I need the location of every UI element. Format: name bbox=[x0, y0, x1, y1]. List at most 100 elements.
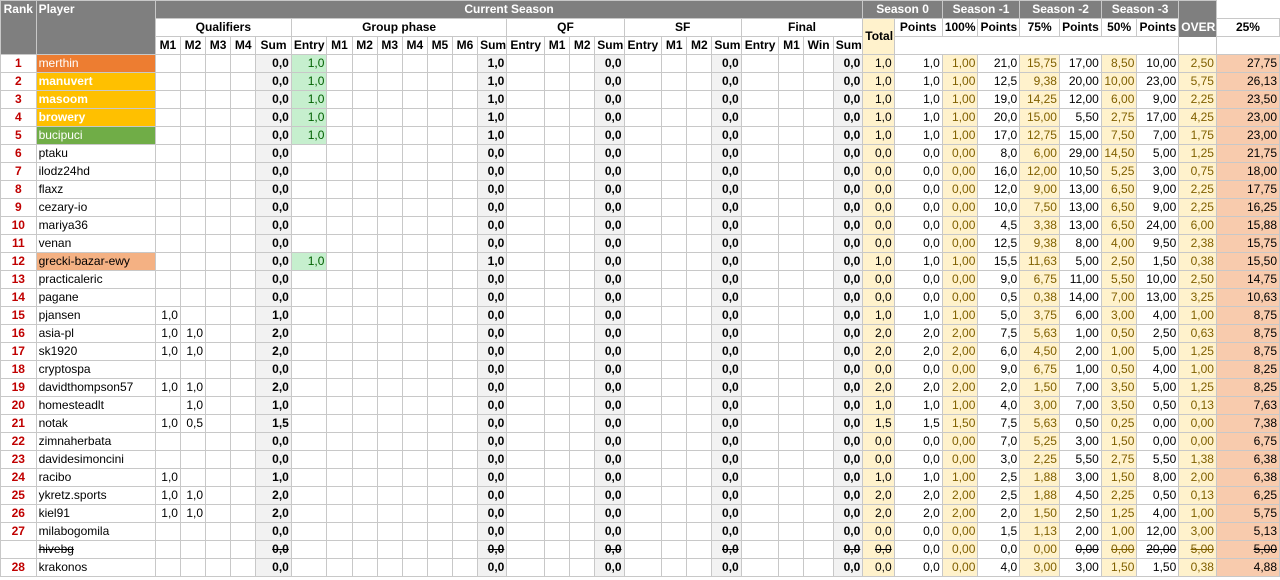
sf-cell bbox=[623, 432, 663, 451]
qf-sum-cell: 0,0 bbox=[594, 288, 625, 307]
qualifier-match-cell bbox=[230, 234, 257, 253]
qf-cell bbox=[569, 396, 596, 415]
qf-sum-cell: 0,0 bbox=[594, 108, 625, 127]
total-cell: 1,0 bbox=[862, 72, 895, 91]
final-cell bbox=[778, 90, 805, 109]
total-cell: 0,0 bbox=[862, 522, 895, 541]
final-sum-cell: 0,0 bbox=[832, 270, 864, 289]
group-entry-cell bbox=[290, 162, 328, 181]
qualifier-match-cell bbox=[179, 360, 207, 379]
total-cell: 1,0 bbox=[862, 396, 895, 415]
qf-cell bbox=[544, 468, 571, 487]
final-cell bbox=[803, 108, 834, 127]
qualifier-match-cell bbox=[205, 180, 232, 199]
final-cell bbox=[778, 468, 805, 487]
sf-sum-cell: 0,0 bbox=[711, 90, 742, 109]
qualifiers-sum-cell: 2,0 bbox=[255, 324, 292, 343]
final-cell bbox=[740, 396, 780, 415]
group-sum-cell: 0,0 bbox=[477, 468, 508, 487]
sf-cell bbox=[623, 360, 663, 379]
player-name-cell: ykretz.sports bbox=[35, 486, 156, 505]
group-entry-cell bbox=[290, 540, 328, 559]
rank-cell: 13 bbox=[0, 270, 37, 289]
qualifier-match-cell: 1,0 bbox=[154, 306, 181, 325]
qualifier-match-cell bbox=[230, 432, 257, 451]
rank-cell: 2 bbox=[0, 72, 37, 91]
group-entry-cell bbox=[290, 432, 328, 451]
group-match-cell bbox=[451, 180, 479, 199]
season-points-cell: 10,0 bbox=[977, 198, 1021, 217]
player-name-cell: zimnaherbata bbox=[35, 432, 156, 451]
final-cell bbox=[778, 540, 805, 559]
qualifier-match-cell: 0,5 bbox=[179, 414, 207, 433]
group-match-cell bbox=[326, 432, 353, 451]
final-cell bbox=[778, 558, 805, 577]
qualifier-match-cell bbox=[154, 216, 181, 235]
group-match-cell bbox=[426, 504, 453, 523]
season-weighted-cell: 0,63 bbox=[1178, 324, 1217, 343]
season-weighted-cell: 14,25 bbox=[1019, 90, 1060, 109]
total-cell: 2,0 bbox=[862, 486, 895, 505]
qualifiers-sum-cell: 0,0 bbox=[255, 144, 292, 163]
table-row: 22 zimnaherbata 0,0 0,0 0,0 0,0 0,0 0,0 0,0 0,00 7… bbox=[0, 432, 1280, 451]
season-points-cell: 2,00 bbox=[1058, 342, 1102, 361]
qualifier-match-cell bbox=[205, 126, 232, 145]
group-match-cell bbox=[426, 324, 453, 343]
group-entry-cell bbox=[290, 216, 328, 235]
qualifier-match-cell bbox=[230, 108, 257, 127]
season-points-cell: 12,00 bbox=[1136, 522, 1180, 541]
sf-cell bbox=[661, 54, 688, 73]
season-weighted-cell: 6,00 bbox=[1100, 90, 1138, 109]
qf-cell bbox=[569, 72, 596, 91]
qf-cell bbox=[544, 216, 571, 235]
sf-cell bbox=[686, 540, 713, 559]
overall-cell: 23,00 bbox=[1215, 126, 1280, 145]
qualifiers-sum-cell: 2,0 bbox=[255, 504, 292, 523]
group-match-cell bbox=[426, 522, 453, 541]
season-weighted-cell: 3,38 bbox=[1019, 216, 1060, 235]
final-sum-cell: 0,0 bbox=[832, 522, 864, 541]
group-match-cell bbox=[451, 144, 479, 163]
qualifier-match-cell bbox=[154, 54, 181, 73]
season-weighted-cell: 1,00 bbox=[1100, 522, 1138, 541]
final-cell bbox=[740, 414, 780, 433]
final-cell bbox=[740, 162, 780, 181]
sf-cell bbox=[686, 252, 713, 271]
rank-cell: 15 bbox=[0, 306, 37, 325]
table-row: hivebg 0,0 0,0 0,0 0,0 0,0 0,0 0,0 0,00 0,0 0,00 0,… bbox=[0, 540, 1280, 559]
qualifier-match-cell bbox=[179, 468, 207, 487]
qualifiers-sum-cell: 2,0 bbox=[255, 486, 292, 505]
group-match-cell bbox=[401, 162, 428, 181]
group-match-cell bbox=[401, 288, 428, 307]
group-match-cell bbox=[451, 450, 479, 469]
qualifier-match-cell bbox=[205, 162, 232, 181]
season-weighted-cell: 0,38 bbox=[1178, 252, 1217, 271]
group-match-cell bbox=[401, 540, 428, 559]
final-sum-cell: 0,0 bbox=[832, 144, 864, 163]
group-match-cell bbox=[376, 216, 403, 235]
group-entry-cell: 1,0 bbox=[290, 108, 328, 127]
season-0-header: Season 0 bbox=[862, 0, 943, 19]
sf-sum-cell: 0,0 bbox=[711, 234, 742, 253]
player-name-cell: cezary-io bbox=[35, 198, 156, 217]
group-match-cell bbox=[351, 396, 378, 415]
sf-col-header: M2 bbox=[686, 36, 713, 55]
season-points-cell: 15,5 bbox=[977, 252, 1021, 271]
final-cell bbox=[778, 198, 805, 217]
final-cell bbox=[778, 54, 805, 73]
player-name-cell: ptaku bbox=[35, 144, 156, 163]
group-match-cell bbox=[451, 306, 479, 325]
group-match-cell bbox=[401, 324, 428, 343]
group-entry-cell bbox=[290, 144, 328, 163]
group-match-cell bbox=[376, 162, 403, 181]
qf-sum-cell: 0,0 bbox=[594, 540, 625, 559]
season-weighted-cell: 0,00 bbox=[941, 234, 979, 253]
sf-cell bbox=[686, 432, 713, 451]
season-weighted-cell: 9,38 bbox=[1019, 72, 1060, 91]
qf-sum-cell: 0,0 bbox=[594, 72, 625, 91]
season-weighted-cell: 4,50 bbox=[1019, 342, 1060, 361]
qf-sum-cell: 0,0 bbox=[594, 144, 625, 163]
sf-sum-cell: 0,0 bbox=[711, 504, 742, 523]
qf-cell bbox=[544, 342, 571, 361]
group-sum-cell: 0,0 bbox=[477, 432, 508, 451]
